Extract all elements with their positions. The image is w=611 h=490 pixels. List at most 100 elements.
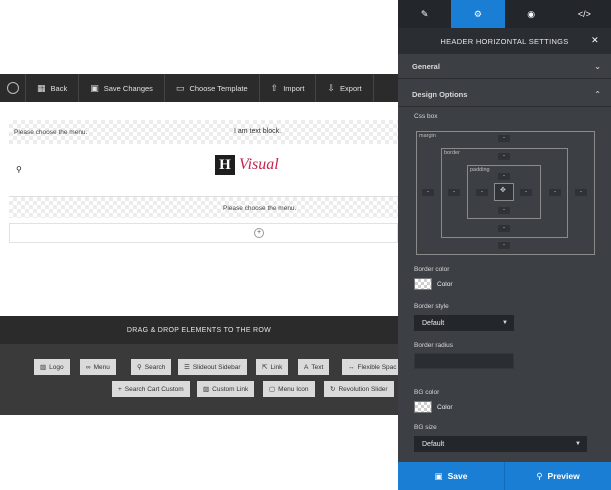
element-label: Link xyxy=(270,363,283,371)
add-element-icon[interactable]: + xyxy=(254,228,264,238)
element-menu[interactable]: ∞ Menu xyxy=(80,359,116,375)
element-search[interactable]: ⚲ Search xyxy=(131,359,172,375)
border-label: border xyxy=(444,150,460,156)
padding-label: padding xyxy=(470,167,490,173)
section-general[interactable]: General ⌄ xyxy=(398,55,611,79)
section-design-options[interactable]: Design Options ⌃ xyxy=(398,83,611,107)
floppy-icon: ▣ xyxy=(434,470,443,481)
caret-down-icon: ▼ xyxy=(575,441,581,447)
back-button[interactable]: ▦ Back xyxy=(26,74,80,102)
image-icon: ▨ xyxy=(40,364,47,371)
close-icon[interactable]: ✕ xyxy=(591,35,599,46)
border-radius-label: Border radius xyxy=(414,342,454,349)
search-icon[interactable]: ⚲ xyxy=(16,165,22,174)
site-logo[interactable]: H Visual xyxy=(215,155,279,175)
header-row-main[interactable]: ⚲ H Visual xyxy=(9,145,398,195)
builder-canvas: Please choose the menu. I am text block.… xyxy=(0,102,398,316)
border-right-input[interactable]: - xyxy=(549,189,561,196)
save-button[interactable]: ▣ Save xyxy=(398,462,504,490)
header-row-bottom[interactable]: Please choose the menu. xyxy=(9,196,398,218)
image-icon: ▨ xyxy=(203,386,210,393)
bg-color-picker[interactable]: Color xyxy=(414,401,453,413)
menu-placeholder: Please choose the menu. xyxy=(223,205,297,212)
download-icon: ⇩ xyxy=(327,82,336,93)
save-changes-button[interactable]: ▣ Save Changes xyxy=(79,74,165,102)
save-changes-label: Save Changes xyxy=(103,83,153,93)
border-radius-input[interactable] xyxy=(414,353,514,369)
border-top-input[interactable]: - xyxy=(498,153,510,160)
element-text[interactable]: A Text xyxy=(298,359,330,375)
padding-top-input[interactable]: - xyxy=(498,173,510,180)
header-row-top[interactable]: Please choose the menu. I am text block. xyxy=(9,120,398,144)
chevron-down-icon: ⌄ xyxy=(594,62,601,71)
margin-top-input[interactable]: - xyxy=(498,135,510,142)
panel-footer: ▣ Save ⚲ Preview xyxy=(398,462,611,490)
panel-tabs: ✎ ⚙ ◉ </> xyxy=(398,0,611,28)
element-search-cart[interactable]: + Search Cart Custom xyxy=(112,381,190,397)
padding-right-input[interactable]: - xyxy=(520,189,532,196)
menu-placeholder: Please choose the menu. xyxy=(14,129,88,136)
folder-icon: ▭ xyxy=(175,82,185,93)
element-label: Search Cart Custom xyxy=(124,385,184,393)
margin-bottom-input[interactable]: - xyxy=(498,242,510,249)
bg-size-label: BG size xyxy=(414,424,437,431)
element-revolution-slider[interactable]: ↻ Revolution Slider xyxy=(324,381,394,397)
code-icon: </> xyxy=(577,9,591,19)
bg-size-select[interactable]: Default ▼ xyxy=(414,436,587,452)
element-label: Custom Link xyxy=(212,385,249,393)
tab-code[interactable]: </> xyxy=(558,0,611,28)
border-left-input[interactable]: - xyxy=(448,189,460,196)
margin-right-input[interactable]: - xyxy=(575,189,587,196)
preview-button[interactable]: ⚲ Preview xyxy=(504,462,611,490)
export-button[interactable]: ⇩ Export xyxy=(316,74,374,102)
padding-left-input[interactable]: - xyxy=(476,189,488,196)
section-general-label: General xyxy=(412,62,440,71)
element-slideout-sidebar[interactable]: ☰ Slideout Sidebar xyxy=(178,359,247,375)
element-label: Logo xyxy=(49,363,64,371)
export-label: Export xyxy=(340,83,362,93)
element-flexible-space[interactable]: ↔ Flexible Spac xyxy=(342,359,403,375)
arrows-icon: ↔ xyxy=(348,363,355,371)
css-box-label: Css box xyxy=(414,113,438,120)
refresh-icon: ↻ xyxy=(330,386,336,393)
text-block[interactable]: I am text block. xyxy=(234,128,281,135)
choose-template-button[interactable]: ▭ Choose Template xyxy=(165,74,260,102)
margin-left-input[interactable]: - xyxy=(422,189,434,196)
import-button[interactable]: ⇧ Import xyxy=(260,74,317,102)
logo-text: Visual xyxy=(239,156,279,173)
chevron-up-icon: ⌃ xyxy=(594,90,601,99)
preview-label: Preview xyxy=(547,471,580,481)
element-label: Menu Icon xyxy=(278,385,309,393)
element-logo[interactable]: ▨ Logo xyxy=(34,359,70,375)
pencil-icon: ✎ xyxy=(420,8,429,19)
move-icon: ✥ xyxy=(500,187,506,194)
add-row-area[interactable]: + xyxy=(9,223,398,243)
element-custom-link[interactable]: ▨ Custom Link xyxy=(197,381,255,397)
element-link[interactable]: ⇱ Link xyxy=(256,359,289,375)
padding-bottom-input[interactable]: - xyxy=(498,207,510,214)
border-bottom-input[interactable]: - xyxy=(498,225,510,232)
border-style-select[interactable]: Default ▼ xyxy=(414,315,514,331)
tab-visibility[interactable]: ◉ xyxy=(505,0,558,28)
link-icon: ∞ xyxy=(86,363,91,371)
wordpress-icon[interactable] xyxy=(0,74,26,102)
plus-icon: + xyxy=(118,385,122,393)
color-swatch[interactable] xyxy=(414,401,432,413)
element-menu-icon[interactable]: ▢ Menu Icon xyxy=(263,381,315,397)
css-box: margin border padding ✥ - - - - - - - - … xyxy=(414,131,595,255)
tab-design[interactable]: ⚙ xyxy=(451,0,505,28)
panel-title-text: HEADER HORIZONTAL SETTINGS xyxy=(440,36,569,46)
element-label: Menu xyxy=(93,363,110,371)
import-label: Import xyxy=(283,83,305,93)
back-label: Back xyxy=(50,83,68,93)
border-color-picker[interactable]: Color xyxy=(414,278,453,290)
color-swatch[interactable] xyxy=(414,278,432,290)
upload-icon: ⇧ xyxy=(270,82,279,93)
choose-template-label: Choose Template xyxy=(189,83,248,93)
text-icon: A xyxy=(304,363,309,371)
drag-drop-title: DRAG & DROP ELEMENTS TO THE ROW xyxy=(0,316,398,344)
color-label: Color xyxy=(437,403,453,411)
border-color-label: Border color xyxy=(414,266,450,273)
top-toolbar: ▦ Back ▣ Save Changes ▭ Choose Template … xyxy=(0,74,398,102)
tab-edit[interactable]: ✎ xyxy=(398,0,451,28)
